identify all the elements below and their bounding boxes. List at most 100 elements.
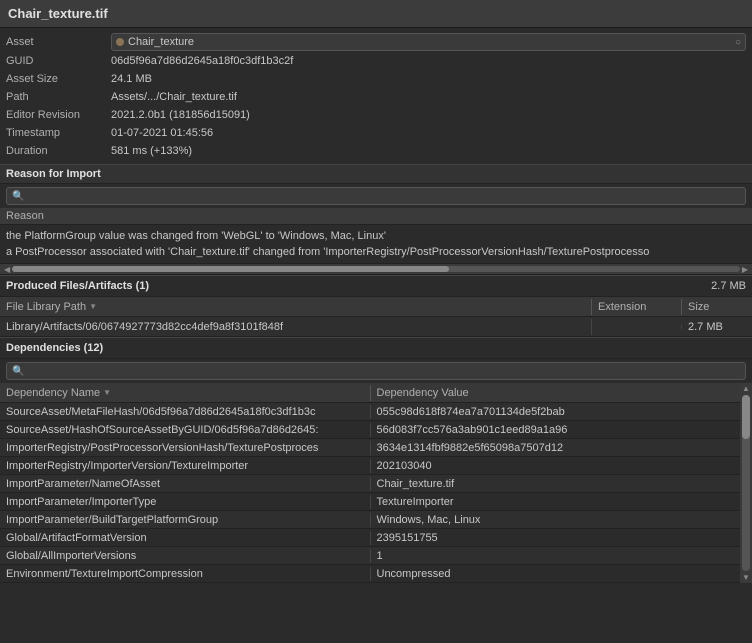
deps-table-row[interactable]: Global/ArtifactFormatVersion2395151755 [0, 529, 740, 547]
dep-cell-value: TextureImporter [371, 495, 741, 509]
asset-size-value: 24.1 MB [111, 73, 746, 85]
window-title: Chair_texture.tif [8, 6, 108, 21]
produced-files-total-size: 2.7 MB [711, 280, 746, 292]
sort-icon: ▼ [89, 302, 97, 311]
asset-row: Asset Chair_texture ○ [0, 32, 752, 52]
cell-extension [592, 325, 682, 329]
info-section: Asset Chair_texture ○ GUID 06d5f96a7d86d… [0, 28, 752, 164]
deps-table-row[interactable]: ImporterRegistry/ImporterVersion/Texture… [0, 457, 740, 475]
deps-table-row[interactable]: Global/AllImporterVersions1 [0, 547, 740, 565]
timestamp-row: Timestamp 01-07-2021 01:45:56 [0, 124, 752, 142]
duration-row: Duration 581 ms (+133%) [0, 142, 752, 160]
deps-search-input[interactable]: 🔍 [6, 362, 746, 380]
deps-table-row[interactable]: ImportParameter/BuildTargetPlatformGroup… [0, 511, 740, 529]
dep-cell-value: 3634e1314fbf9882e5f65098a7507d12 [371, 441, 741, 455]
deps-table-row[interactable]: SourceAsset/MetaFileHash/06d5f96a7d86d26… [0, 403, 740, 421]
asset-field-text: Chair_texture [128, 36, 731, 48]
produced-files-title: Produced Files/Artifacts (1) [6, 280, 149, 292]
produced-files-table-content: File Library Path ▼ Extension Size Libra… [0, 297, 752, 337]
asset-field[interactable]: Chair_texture ○ [111, 33, 746, 51]
produced-files-section: Produced Files/Artifacts (1) 2.7 MB File… [0, 275, 752, 337]
dependencies-header: Dependencies (12) [0, 337, 752, 359]
dependencies-section: Dependencies (12) 🔍 Dependency Name ▼ De… [0, 337, 752, 583]
asset-select-icon[interactable]: ○ [735, 37, 741, 48]
title-bar: Chair_texture.tif [0, 0, 752, 28]
editor-revision-value: 2021.2.0b1 (181856d15091) [111, 109, 746, 121]
path-row: Path Assets/.../Chair_texture.tif [0, 88, 752, 106]
dep-cell-name: ImportParameter/NameOfAsset [0, 477, 371, 491]
reason-horizontal-scrollbar[interactable]: ◀ ▶ [0, 263, 752, 275]
scroll-down-arrow[interactable]: ▼ [741, 572, 751, 583]
guid-value: 06d5f96a7d86d2645a18f0c3df1b3c2f [111, 55, 746, 67]
col-dependency-value: Dependency Value [371, 385, 741, 401]
deps-table-row[interactable]: ImportParameter/NameOfAssetChair_texture… [0, 475, 740, 493]
deps-table-row[interactable]: Environment/TextureImportCompressionUnco… [0, 565, 740, 583]
path-value: Assets/.../Chair_texture.tif [111, 91, 746, 103]
asset-dot-icon [116, 38, 124, 46]
deps-rows-container: SourceAsset/MetaFileHash/06d5f96a7d86d26… [0, 403, 740, 583]
dep-cell-name: SourceAsset/HashOfSourceAssetByGUID/06d5… [0, 423, 371, 437]
search-icon: 🔍 [12, 191, 24, 202]
reason-text-area: the PlatformGroup value was changed from… [0, 225, 752, 263]
deps-table-row[interactable]: SourceAsset/HashOfSourceAssetByGUID/06d5… [0, 421, 740, 439]
cell-path: Library/Artifacts/06/0674927773d82cc4def… [0, 319, 592, 335]
dep-cell-name: ImporterRegistry/ImporterVersion/Texture… [0, 459, 371, 473]
deps-scroll-thumb[interactable] [742, 395, 750, 439]
produced-files-table: File Library Path ▼ Extension Size Libra… [0, 297, 752, 337]
cell-size: 2.7 MB [682, 319, 752, 335]
duration-label: Duration [6, 145, 111, 157]
deps-table-row[interactable]: ImporterRegistry/PostProcessorVersionHas… [0, 439, 740, 457]
deps-table-header: Dependency Name ▼ Dependency Value [0, 383, 740, 403]
path-label: Path [6, 91, 111, 103]
dep-cell-name: ImporterRegistry/PostProcessorVersionHas… [0, 441, 371, 455]
dep-cell-value: Windows, Mac, Linux [371, 513, 741, 527]
asset-label: Asset [6, 36, 111, 48]
editor-revision-label: Editor Revision [6, 109, 111, 121]
dep-cell-name: Global/AllImporterVersions [0, 549, 371, 563]
dep-cell-name: Environment/TextureImportCompression [0, 567, 371, 581]
scroll-left-arrow[interactable]: ◀ [2, 265, 12, 274]
dep-cell-value: 1 [371, 549, 741, 563]
col-dependency-name: Dependency Name ▼ [0, 385, 371, 401]
scroll-right-arrow[interactable]: ▶ [740, 265, 750, 274]
dep-cell-value: Chair_texture.tif [371, 477, 741, 491]
deps-search-icon: 🔍 [12, 366, 24, 377]
deps-vertical-scrollbar[interactable]: ▲ ▼ [740, 383, 752, 583]
dep-cell-value: 202103040 [371, 459, 741, 473]
deps-table-wrapper: Dependency Name ▼ Dependency Value Sourc… [0, 383, 752, 583]
scroll-track[interactable] [12, 266, 740, 272]
scroll-up-arrow[interactable]: ▲ [741, 383, 751, 394]
guid-label: GUID [6, 55, 111, 67]
reason-search-bar: 🔍 [0, 184, 752, 208]
reason-column-header: Reason [0, 208, 752, 225]
col-file-library-path: File Library Path ▼ [0, 299, 592, 315]
dep-cell-value: 055c98d618f874ea7a701134de5f2bab [371, 405, 741, 419]
col-extension: Extension [592, 299, 682, 315]
reason-for-import-section: Reason for Import 🔍 Reason the PlatformG… [0, 164, 752, 275]
reason-line-2: a PostProcessor associated with 'Chair_t… [6, 244, 746, 260]
reason-line-1: the PlatformGroup value was changed from… [6, 228, 746, 244]
reason-for-import-header: Reason for Import [0, 164, 752, 184]
timestamp-label: Timestamp [6, 127, 111, 139]
dep-cell-value: 56d083f7cc576a3ab901c1eed89a1a96 [371, 423, 741, 437]
duration-value: 581 ms (+133%) [111, 145, 746, 157]
deps-search-bar: 🔍 [0, 359, 752, 383]
dep-cell-value: 2395151755 [371, 531, 741, 545]
deps-scroll-track[interactable] [742, 395, 750, 571]
dep-cell-name: ImportParameter/BuildTargetPlatformGroup [0, 513, 371, 527]
dep-sort-icon: ▼ [103, 388, 111, 397]
asset-size-row: Asset Size 24.1 MB [0, 70, 752, 88]
deps-table-row[interactable]: ImportParameter/ImporterTypeTextureImpor… [0, 493, 740, 511]
produced-files-header: Produced Files/Artifacts (1) 2.7 MB [0, 275, 752, 297]
produced-files-table-header: File Library Path ▼ Extension Size [0, 297, 752, 317]
dependencies-title: Dependencies (12) [6, 342, 103, 354]
scroll-thumb[interactable] [12, 266, 449, 272]
timestamp-value: 01-07-2021 01:45:56 [111, 127, 746, 139]
dep-cell-name: ImportParameter/ImporterType [0, 495, 371, 509]
asset-size-label: Asset Size [6, 73, 111, 85]
guid-row: GUID 06d5f96a7d86d2645a18f0c3df1b3c2f [0, 52, 752, 70]
table-row[interactable]: Library/Artifacts/06/0674927773d82cc4def… [0, 317, 752, 337]
reason-search-input[interactable]: 🔍 [6, 187, 746, 205]
dep-cell-name: Global/ArtifactFormatVersion [0, 531, 371, 545]
dep-cell-value: Uncompressed [371, 567, 741, 581]
